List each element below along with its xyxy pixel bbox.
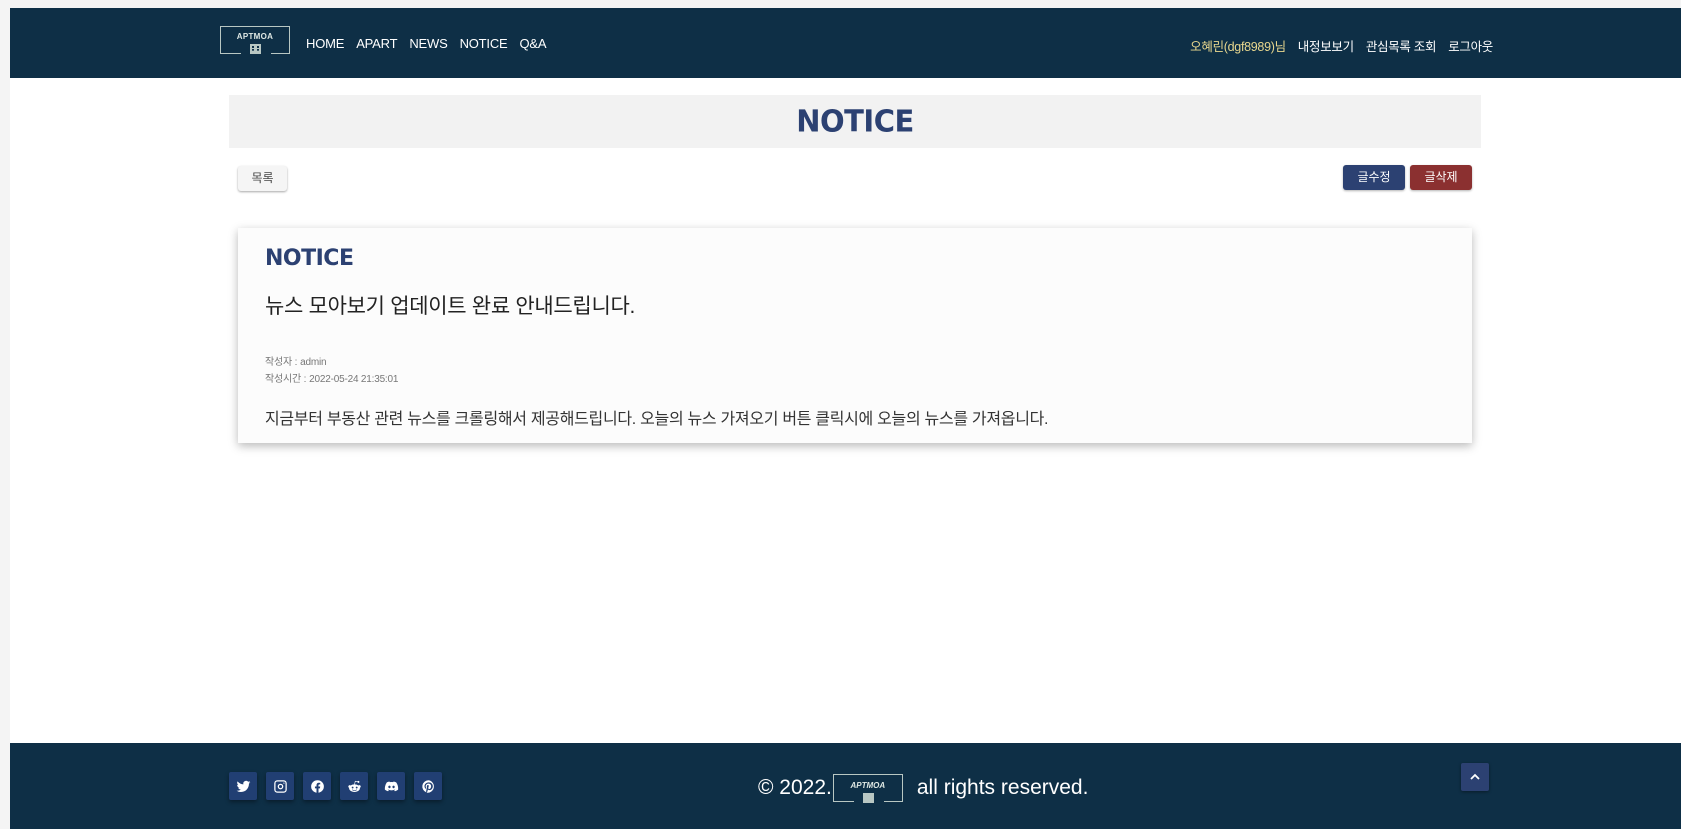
pinterest-icon[interactable] bbox=[414, 772, 442, 800]
main-nav: HOME APART NEWS NOTICE Q&A bbox=[306, 36, 547, 51]
author-label: 작성자 : bbox=[265, 357, 298, 368]
time-value: 2022-05-24 21:35:01 bbox=[309, 374, 399, 385]
copyright-prefix: © 2022. bbox=[758, 776, 832, 799]
nav-qna[interactable]: Q&A bbox=[519, 36, 546, 51]
page-title: NOTICE bbox=[796, 103, 914, 139]
nav-apart[interactable]: APART bbox=[356, 36, 397, 51]
post-card: NOTICE 뉴스 모아보기 업데이트 완료 안내드립니다. 작성자 : admi… bbox=[238, 228, 1472, 443]
facebook-icon[interactable] bbox=[303, 772, 331, 800]
copyright-suffix: all rights reserved. bbox=[916, 776, 1089, 799]
edit-button[interactable]: 글수정 bbox=[1343, 165, 1405, 190]
time-label: 작성시간 : bbox=[265, 374, 307, 385]
post-category: NOTICE bbox=[265, 246, 354, 271]
nav-notice[interactable]: NOTICE bbox=[460, 36, 508, 51]
building-icon bbox=[250, 44, 261, 54]
author-value: admin bbox=[300, 357, 327, 368]
twitter-icon[interactable] bbox=[229, 772, 257, 800]
footer-logo-text: APTMOA bbox=[850, 781, 886, 790]
favorites-link[interactable]: 관심목록 조회 bbox=[1366, 36, 1437, 55]
post-time: 작성시간 :2022-05-24 21:35:01 bbox=[265, 370, 398, 385]
logo-text: APTMOA bbox=[236, 32, 274, 41]
delete-button[interactable]: 글삭제 bbox=[1410, 165, 1472, 190]
site-footer: © 2022. APTMOA all rights reserved. bbox=[10, 743, 1681, 829]
instagram-icon[interactable] bbox=[266, 772, 294, 800]
user-nav: 오혜린(dgf8989)님 내정보보기 관심목록 조회 로그아웃 bbox=[1190, 36, 1493, 55]
user-name: 오혜린(dgf8989)님 bbox=[1190, 40, 1286, 54]
chevron-up-icon bbox=[1470, 773, 1480, 780]
site-header: APTMOA HOME APART NEWS NOTICE Q&A 오혜린(dg… bbox=[10, 8, 1681, 78]
post-title: 뉴스 모아보기 업데이트 완료 안내드립니다. bbox=[265, 295, 636, 318]
my-info-link[interactable]: 내정보보기 bbox=[1298, 36, 1354, 55]
footer-logo: APTMOA bbox=[832, 774, 903, 803]
site-logo[interactable]: APTMOA bbox=[220, 26, 290, 54]
building-icon bbox=[862, 793, 874, 803]
scroll-to-top-button[interactable] bbox=[1461, 763, 1489, 791]
logout-link[interactable]: 로그아웃 bbox=[1448, 36, 1493, 55]
page-top-margin bbox=[0, 0, 1681, 8]
page-left-margin bbox=[0, 0, 10, 829]
copyright: © 2022. APTMOA all rights reserved. bbox=[758, 773, 1088, 803]
post-body: 지금부터 부동산 관련 뉴스를 크롤링해서 제공해드립니다. 오늘의 뉴스 가져… bbox=[265, 411, 1049, 428]
nav-news[interactable]: NEWS bbox=[409, 36, 447, 51]
discord-icon[interactable] bbox=[377, 772, 405, 800]
post-author: 작성자 : admin bbox=[265, 353, 327, 368]
nav-home[interactable]: HOME bbox=[306, 36, 344, 51]
list-button[interactable]: 목록 bbox=[238, 166, 287, 191]
social-links bbox=[229, 772, 442, 800]
page-title-band: NOTICE bbox=[229, 95, 1481, 148]
reddit-icon[interactable] bbox=[340, 772, 368, 800]
